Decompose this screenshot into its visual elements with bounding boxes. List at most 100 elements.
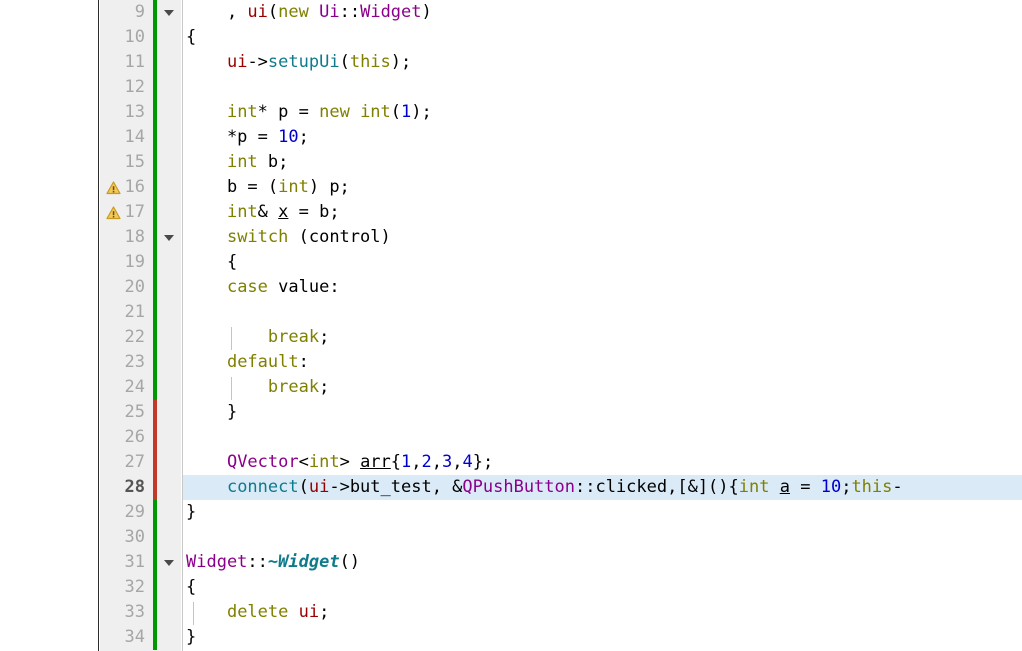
code-token: b = ( <box>186 177 279 197</box>
editor-text-area[interactable]: , ui(new Ui::Widget){ ui->setupUi(this);… <box>183 0 1022 651</box>
code-token: QPushButton <box>462 477 575 497</box>
chevron-down-icon[interactable] <box>161 225 177 250</box>
code-token: 4 <box>462 452 473 472</box>
code-token: 2 <box>421 452 432 472</box>
code-token: * p = <box>257 102 320 122</box>
code-token: b; <box>257 152 289 172</box>
line-number: 17 <box>124 202 145 222</box>
code-line[interactable]: QVector<int> arr{1,2,3,4}; <box>183 450 1022 475</box>
line-number: 27 <box>124 452 145 472</box>
code-token: Widget <box>186 552 248 572</box>
code-line[interactable] <box>183 75 1022 100</box>
code-token: 1 <box>401 452 412 472</box>
code-line[interactable]: } <box>183 500 1022 525</box>
gutter-line-number-column: 9 10 11 12 13 14 15 16 17 18 19 20 21 22 23 24 25 26 27 28 2… <box>100 0 153 651</box>
code-token: break <box>267 327 320 347</box>
code-token: ::clicked,[&](){ <box>575 477 739 497</box>
editor-pane: 9 10 11 12 13 14 15 16 17 18 19 20 21 22 23 24 25 26 27 28 2… <box>100 0 1022 651</box>
code-line[interactable]: break; <box>183 325 1022 350</box>
code-token: int <box>226 102 258 122</box>
chevron-down-icon[interactable] <box>161 550 177 575</box>
code-line[interactable]: b = (int) p; <box>183 175 1022 200</box>
code-line[interactable]: { <box>183 250 1022 275</box>
editor-left-margin <box>0 0 99 651</box>
code-line[interactable] <box>183 525 1022 550</box>
code-token: :: <box>247 552 268 572</box>
code-token: , <box>186 2 248 22</box>
line-number: 32 <box>124 577 145 597</box>
code-token: - <box>892 477 903 497</box>
code-token: :: <box>339 2 361 22</box>
indent-guide <box>193 602 194 625</box>
code-line[interactable] <box>183 425 1022 450</box>
code-token: setupUi <box>267 52 340 72</box>
line-number: 12 <box>124 77 145 97</box>
code-token: ( <box>339 52 350 72</box>
code-token: ( <box>390 102 402 122</box>
code-token: int <box>308 452 340 472</box>
line-number: 28 <box>124 477 145 497</box>
code-line[interactable]: connect(ui->but_test, &QPushButton::clic… <box>183 475 1022 500</box>
code-line[interactable]: , ui(new Ui::Widget) <box>183 0 1022 25</box>
code-line[interactable]: { <box>183 25 1022 50</box>
code-line[interactable]: switch (control) <box>183 225 1022 250</box>
code-line[interactable]: break; <box>183 375 1022 400</box>
code-token: , <box>431 452 443 472</box>
code-editor-window: 9 10 11 12 13 14 15 16 17 18 19 20 21 22 23 24 25 26 27 28 2… <box>0 0 1022 651</box>
code-token: Ui <box>319 2 340 22</box>
code-token: switch <box>226 227 289 247</box>
indent-guide <box>231 377 232 400</box>
code-line[interactable]: Widget::~Widget() <box>183 550 1022 575</box>
code-line[interactable]: *p = 10; <box>183 125 1022 150</box>
editor-gutter[interactable]: 9 10 11 12 13 14 15 16 17 18 19 20 21 22 23 24 25 26 27 28 2… <box>100 0 183 651</box>
line-number: 24 <box>124 377 145 397</box>
code-line[interactable]: int b; <box>183 150 1022 175</box>
code-token: 3 <box>442 452 453 472</box>
gutter-code-folding-column[interactable] <box>157 0 181 651</box>
code-line[interactable]: default: <box>183 350 1022 375</box>
code-line[interactable]: } <box>183 625 1022 650</box>
code-token: , <box>411 452 422 472</box>
code-token: ui <box>298 602 320 622</box>
line-number: 21 <box>124 302 145 322</box>
line-number: 20 <box>124 277 145 297</box>
code-line[interactable]: int* p = new int(1); <box>183 100 1022 125</box>
code-token: (control) <box>288 227 391 247</box>
code-token: new <box>319 102 350 122</box>
code-token: : <box>298 352 309 372</box>
code-token: 1 <box>401 102 412 122</box>
code-token: } <box>186 402 238 422</box>
line-number: 34 <box>124 627 145 647</box>
code-line[interactable]: } <box>183 400 1022 425</box>
line-number: 26 <box>124 427 145 447</box>
code-line[interactable] <box>183 300 1022 325</box>
code-token: { <box>186 27 197 47</box>
line-number: 29 <box>124 502 145 522</box>
code-line[interactable]: int& x = b; <box>183 200 1022 225</box>
line-number: 23 <box>124 352 145 372</box>
code-token: connect <box>226 477 299 497</box>
line-number: 30 <box>124 527 145 547</box>
line-number: 13 <box>124 102 145 122</box>
code-line[interactable]: delete ui; <box>183 600 1022 625</box>
line-number: 14 <box>124 127 145 147</box>
code-token: ( <box>267 2 279 22</box>
code-line[interactable]: { <box>183 575 1022 600</box>
code-token: = b; <box>288 202 340 222</box>
code-line[interactable]: ui->setupUi(this); <box>183 50 1022 75</box>
code-token: this <box>851 477 893 497</box>
code-token: int <box>226 202 258 222</box>
chevron-down-icon[interactable] <box>161 0 177 25</box>
code-token: value: <box>267 277 340 297</box>
code-line[interactable]: case value: <box>183 275 1022 300</box>
line-number: 33 <box>124 602 145 622</box>
code-token: ui <box>308 477 330 497</box>
